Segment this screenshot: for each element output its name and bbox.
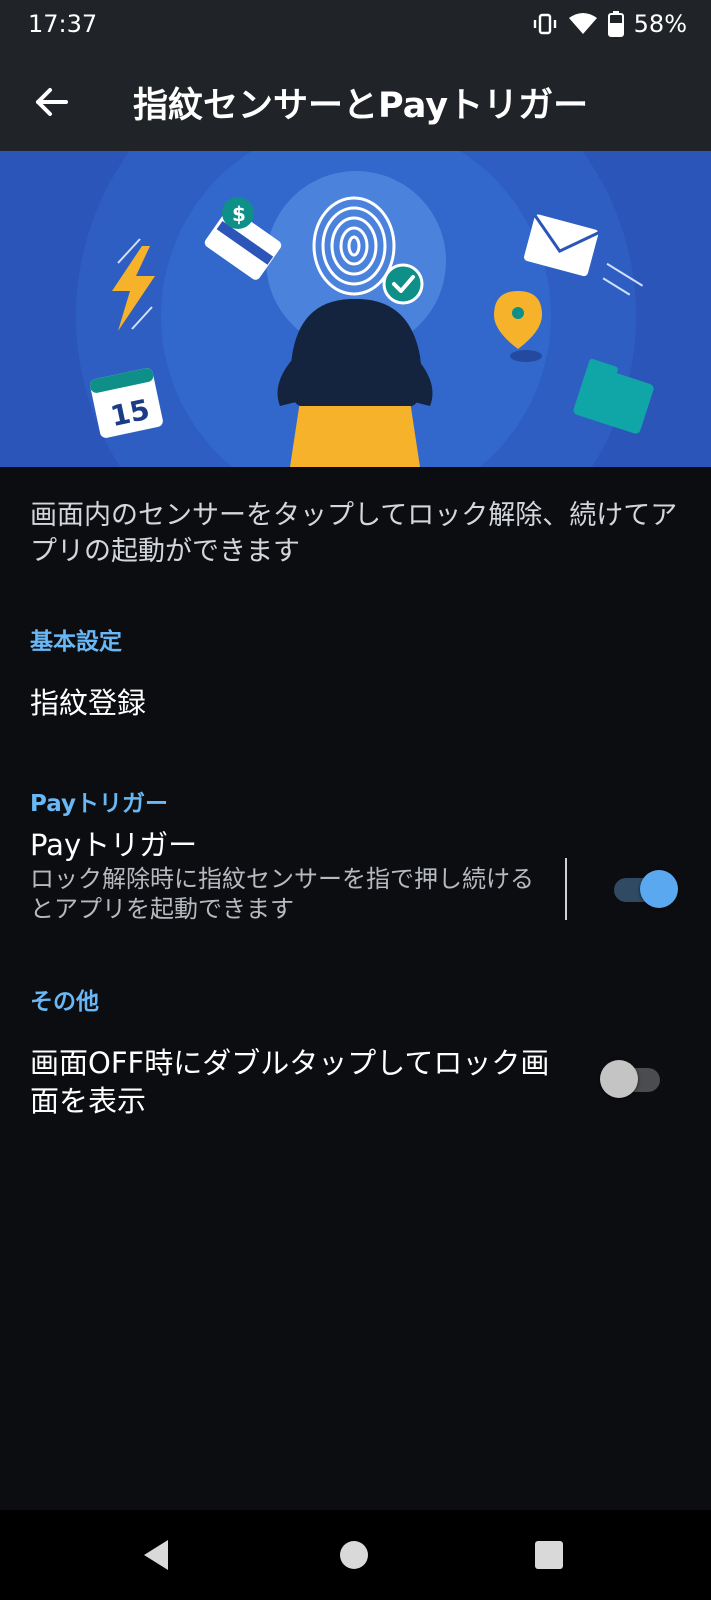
- back-button[interactable]: [26, 74, 82, 130]
- nav-recents-button[interactable]: [528, 1534, 570, 1576]
- navigation-bar: [0, 1510, 711, 1600]
- svg-text:$: $: [232, 202, 246, 226]
- back-triangle-icon: [144, 1540, 168, 1570]
- pay-trigger-toggle[interactable]: [614, 870, 678, 908]
- home-circle-icon: [340, 1541, 368, 1569]
- page-title: 指紋センサーとPayトリガー: [133, 86, 589, 126]
- pay-trigger-title[interactable]: Payトリガー: [30, 822, 197, 864]
- app-bar: 指紋センサーとPayトリガー: [0, 50, 711, 151]
- status-bar: 17:37 58%: [0, 0, 711, 50]
- wifi-icon: [568, 13, 597, 34]
- section-header-basic: 基本設定: [30, 629, 122, 655]
- pay-trigger-summary: ロック解除時に指紋センサーを指で押し続けるとアプリを起動できます: [30, 865, 534, 923]
- arrow-back-icon: [36, 88, 68, 116]
- section-header-pay-trigger: Payトリガー: [30, 791, 169, 817]
- nav-back-button[interactable]: [136, 1534, 178, 1576]
- section-header-other: その他: [30, 989, 99, 1015]
- vibrate-icon: [533, 13, 556, 35]
- page-description: 画面内のセンサーをタップしてロック解除、続けてアプリの起動ができます: [30, 500, 678, 567]
- nav-home-button[interactable]: [333, 1534, 375, 1576]
- battery-icon: [607, 11, 624, 37]
- divider: [565, 858, 567, 920]
- check-badge-icon: [382, 263, 424, 305]
- battery-percent: 58%: [633, 10, 687, 38]
- recents-square-icon: [535, 1541, 563, 1569]
- status-time: 17:37: [28, 10, 98, 38]
- status-icons: 58%: [532, 10, 687, 38]
- hero-illustration: $ 15: [0, 151, 711, 467]
- double-tap-lock-screen-title[interactable]: 画面OFF時にダブルタップしてロック画面を表示: [30, 1044, 570, 1120]
- double-tap-lock-screen-toggle[interactable]: [600, 1060, 664, 1098]
- fingerprint-registration-item[interactable]: 指紋登録: [30, 680, 146, 722]
